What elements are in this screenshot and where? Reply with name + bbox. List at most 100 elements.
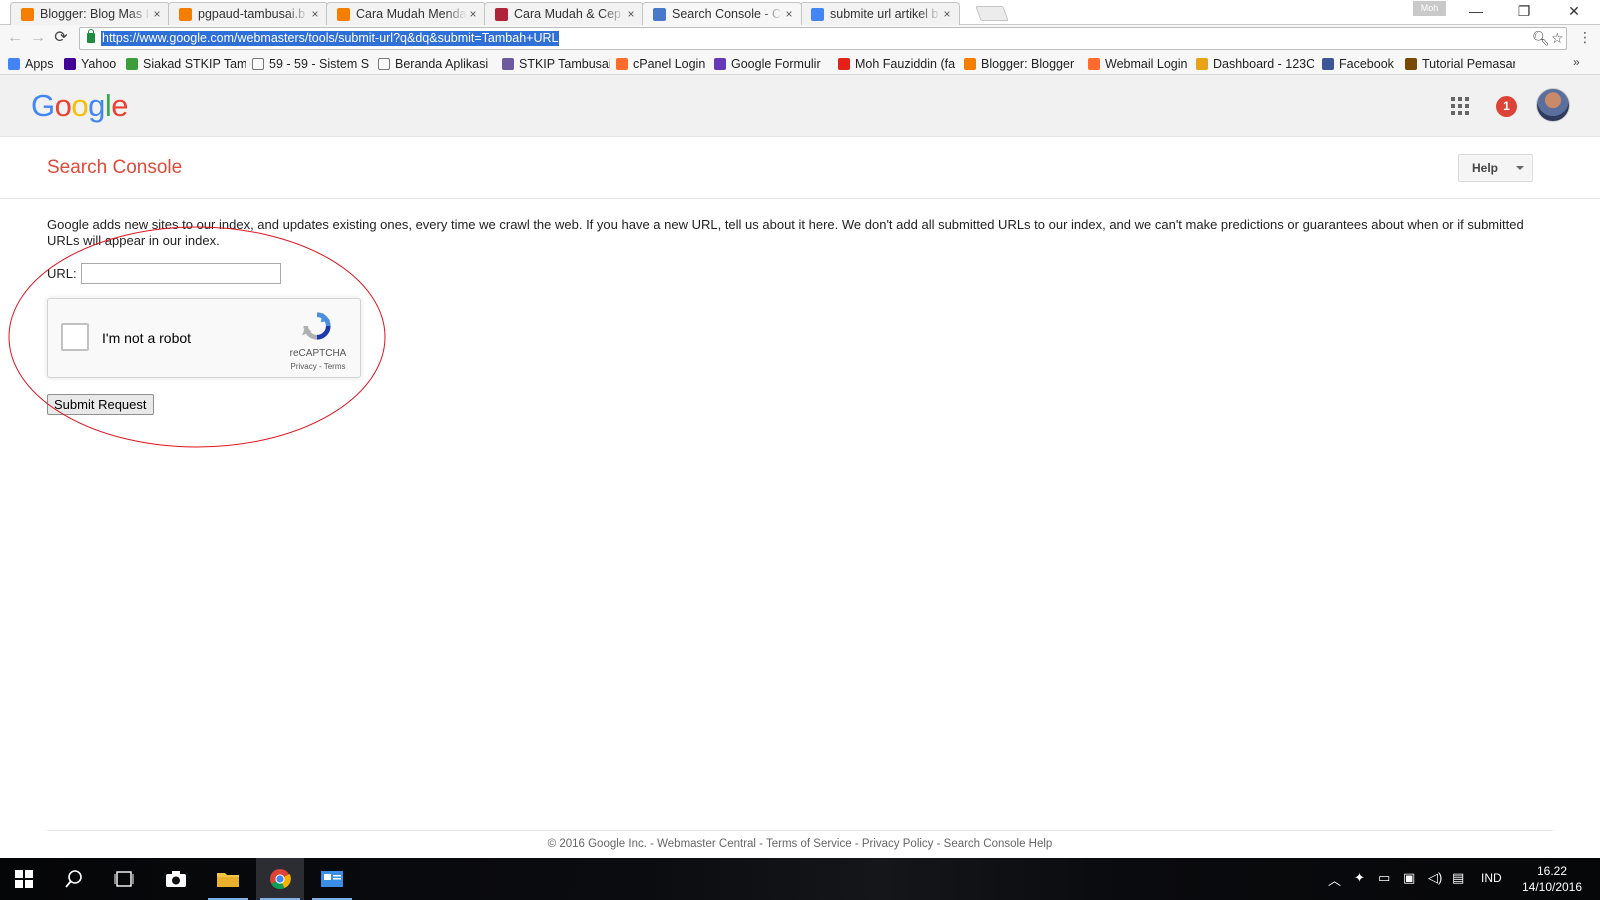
action-center-icon[interactable]: ▤	[1452, 870, 1464, 886]
camera-icon[interactable]	[152, 858, 200, 900]
windows-taskbar: ︿ ✦ ▭ ▣ ◁) ▤ IND 16.22 14/10/2016	[0, 858, 1600, 900]
tab-favicon-icon	[495, 7, 508, 21]
browser-menu-icon[interactable]: ⋮	[1578, 29, 1592, 46]
clock-date: 14/10/2016	[1521, 880, 1583, 894]
tab-favicon-icon	[21, 7, 34, 21]
browser-tab[interactable]: submite url artikel b ×	[800, 2, 960, 25]
back-icon[interactable]: ←	[5, 28, 25, 48]
battery-icon[interactable]: ▭	[1378, 870, 1390, 886]
zoom-icon[interactable]: 🔍︎	[1532, 30, 1550, 47]
logo-letter: G	[31, 88, 55, 123]
bookmark-item[interactable]: 59 - 59 - Sistem S	[252, 55, 370, 73]
chevron-up-icon[interactable]: ︿	[1328, 870, 1341, 889]
browser-tab[interactable]: Cara Mudah Menda ×	[326, 2, 486, 25]
language-indicator[interactable]: IND	[1481, 871, 1502, 885]
tab-favicon-icon	[653, 7, 666, 21]
forward-icon[interactable]: →	[28, 28, 48, 48]
dropbox-icon[interactable]: ✦	[1354, 870, 1365, 886]
bookmark-favicon-icon	[616, 58, 628, 70]
bookmark-item[interactable]: Siakad STKIP Tam	[126, 55, 246, 73]
new-tab-button[interactable]	[975, 6, 1009, 21]
tab-close-icon[interactable]: ×	[941, 7, 953, 21]
tab-close-icon[interactable]: ×	[151, 7, 163, 21]
bookmark-item[interactable]: Google Formulir	[714, 55, 832, 73]
notification-badge[interactable]: 1	[1496, 96, 1517, 117]
search-icon[interactable]	[50, 858, 98, 900]
browser-tab[interactable]: pgpaud-tambusai.b ×	[168, 2, 328, 25]
avatar[interactable]	[1536, 88, 1570, 122]
close-window-button[interactable]: ✕	[1550, 0, 1598, 24]
bookmark-label: Facebook	[1339, 57, 1394, 71]
reload-icon[interactable]: ⟳	[51, 28, 71, 48]
annotation-ellipse	[8, 226, 386, 448]
task-view-icon[interactable]	[100, 858, 148, 900]
logo-letter: o	[54, 88, 72, 123]
bookmark-label: Apps	[25, 57, 54, 71]
bookmark-favicon-icon	[1405, 58, 1417, 70]
google-apps-icon[interactable]	[1451, 97, 1469, 115]
bookmark-item[interactable]: cPanel Login	[616, 55, 710, 73]
tab-title: Cara Mudah & Cep	[514, 7, 622, 21]
tab-close-icon[interactable]: ×	[467, 7, 479, 21]
clock-time: 16.22	[1536, 864, 1568, 878]
browser-tab[interactable]: Search Console - Cr ×	[642, 2, 802, 25]
page-title[interactable]: Search Console	[47, 157, 182, 179]
logo-letter: g	[88, 88, 105, 123]
bookmark-label: Moh Fauziddin (fa	[855, 57, 956, 71]
bookmark-item[interactable]: Yahoo	[64, 55, 122, 73]
profile-button[interactable]: Moh	[1413, 1, 1446, 16]
bookmark-favicon-icon	[378, 58, 390, 70]
bookmark-favicon-icon	[502, 58, 514, 70]
tab-close-icon[interactable]: ×	[783, 7, 795, 21]
tab-favicon-icon	[337, 7, 350, 21]
volume-icon[interactable]: ◁)	[1428, 870, 1442, 886]
bookmark-favicon-icon	[64, 58, 76, 70]
bookmark-item[interactable]: Dashboard - 123C	[1196, 55, 1314, 73]
bookmark-item[interactable]: Apps	[8, 55, 60, 73]
bookmark-label: Beranda Aplikasi	[395, 57, 489, 71]
bookmark-item[interactable]: Moh Fauziddin (fa	[838, 55, 958, 73]
network-icon[interactable]: ▣	[1403, 870, 1415, 886]
tab-title: Blogger: Blog Mas I	[40, 7, 150, 21]
footer-links[interactable]: © 2016 Google Inc. - Webmaster Central -…	[0, 838, 1600, 850]
bookmark-favicon-icon	[1322, 58, 1334, 70]
start-icon[interactable]	[0, 858, 48, 900]
bookmark-star-icon[interactable]: ☆	[1551, 30, 1564, 47]
app-icon[interactable]	[308, 858, 356, 900]
bookmark-label: Webmail Login	[1105, 57, 1188, 71]
bookmark-item[interactable]: Tutorial Pemasan	[1405, 55, 1515, 73]
bookmark-label: Blogger: Blogger	[981, 57, 1075, 71]
tab-favicon-icon	[179, 7, 192, 21]
bookmark-item[interactable]: Beranda Aplikasi	[378, 55, 494, 73]
tab-title: Search Console - Cr	[672, 7, 783, 21]
help-button[interactable]: Help	[1458, 154, 1533, 182]
logo-letter: e	[111, 88, 129, 123]
tab-close-icon[interactable]: ×	[309, 7, 321, 21]
bookmark-item[interactable]: Blogger: Blogger	[964, 55, 1082, 73]
divider	[0, 198, 1600, 199]
minimize-button[interactable]: —	[1452, 0, 1500, 24]
chevron-down-icon	[1516, 166, 1524, 170]
chrome-icon[interactable]	[256, 858, 304, 900]
google-logo[interactable]: Google	[31, 88, 129, 124]
browser-tab[interactable]: Blogger: Blog Mas I ×	[10, 2, 170, 25]
address-url[interactable]: https://www.google.com/webmasters/tools/…	[101, 31, 560, 46]
file-explorer-icon[interactable]	[204, 858, 252, 900]
bookmark-item[interactable]: Webmail Login	[1088, 55, 1190, 73]
google-header: Google 1	[0, 75, 1600, 137]
browser-tab[interactable]: Cara Mudah & Cep ×	[484, 2, 644, 25]
bookmarks-bar: Apps Yahoo Siakad STKIP Tam 59 - 59 - Siste…	[0, 53, 1600, 75]
bookmark-favicon-icon	[1088, 58, 1100, 70]
bookmarks-overflow-icon[interactable]: »	[1573, 55, 1580, 69]
tab-close-icon[interactable]: ×	[625, 7, 637, 21]
footer-divider	[47, 830, 1553, 831]
browser-tab-strip: Blogger: Blog Mas I × pgpaud-tambusai.b × Ca…	[0, 0, 1600, 25]
bookmark-item[interactable]: STKIP Tambusai	[502, 55, 610, 73]
bookmark-favicon-icon	[838, 58, 850, 70]
bookmark-label: Tutorial Pemasan	[1422, 57, 1515, 71]
address-bar[interactable]: https://www.google.com/webmasters/tools/…	[79, 27, 1567, 50]
bookmark-item[interactable]: Facebook	[1322, 55, 1400, 73]
restore-button[interactable]: ❐	[1500, 0, 1548, 24]
system-clock[interactable]: 16.22 14/10/2016	[1510, 863, 1594, 895]
bookmark-favicon-icon	[8, 58, 20, 70]
